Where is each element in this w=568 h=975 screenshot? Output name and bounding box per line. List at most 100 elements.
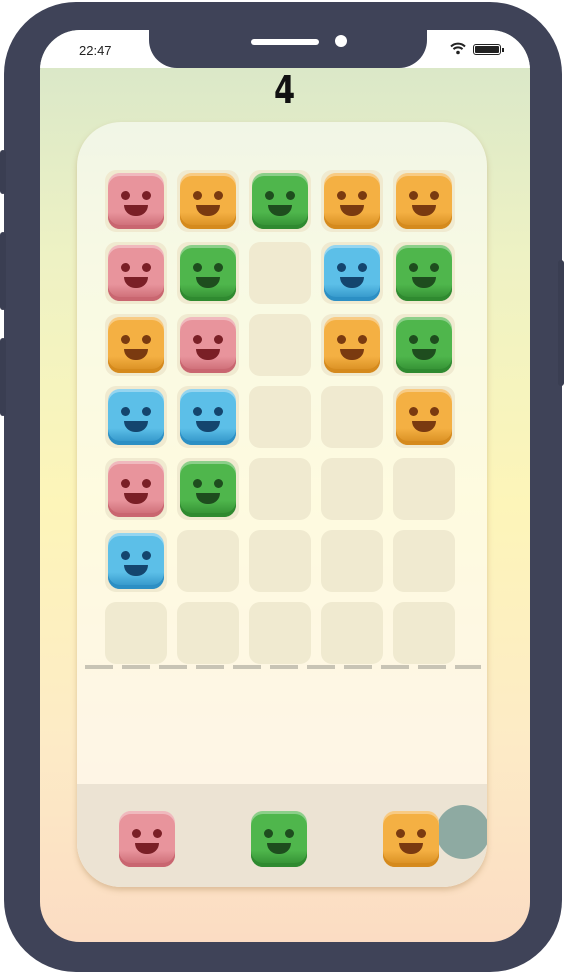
- eye: [430, 407, 439, 416]
- board-cell[interactable]: [321, 242, 383, 304]
- board-cell[interactable]: [393, 530, 455, 592]
- board-cell[interactable]: [393, 458, 455, 520]
- mouth: [412, 277, 436, 288]
- eye: [417, 829, 426, 838]
- smiley-face-icon: [180, 317, 236, 373]
- eye: [121, 479, 130, 488]
- game-screen: 22:47 4: [40, 30, 530, 942]
- board-cell[interactable]: [105, 314, 167, 376]
- tray-orange-smiley-block[interactable]: [383, 811, 439, 867]
- board-cell[interactable]: [393, 386, 455, 448]
- eye: [409, 335, 418, 344]
- game-board: [77, 122, 487, 887]
- board-cell[interactable]: [177, 170, 239, 232]
- eye: [214, 407, 223, 416]
- eye: [430, 191, 439, 200]
- smiley-face-icon: [396, 317, 452, 373]
- board-cell[interactable]: [321, 386, 383, 448]
- tray-pink-smiley-block[interactable]: [119, 811, 175, 867]
- mouth: [340, 277, 364, 288]
- board-cell[interactable]: [105, 458, 167, 520]
- speaker: [251, 39, 319, 45]
- blue-smiley-block: [324, 245, 380, 301]
- eye: [142, 407, 151, 416]
- eye: [337, 263, 346, 272]
- eye: [264, 829, 273, 838]
- camera-icon: [335, 35, 347, 47]
- eye: [214, 263, 223, 272]
- eye: [358, 335, 367, 344]
- tray-green-smiley-block[interactable]: [251, 811, 307, 867]
- eye: [265, 191, 274, 200]
- eye: [132, 829, 141, 838]
- pink-smiley-block: [108, 245, 164, 301]
- board-cell[interactable]: [321, 530, 383, 592]
- board-cell[interactable]: [393, 314, 455, 376]
- board-cell[interactable]: [177, 314, 239, 376]
- board-cell[interactable]: [393, 602, 455, 664]
- mouth: [268, 205, 292, 216]
- board-cell[interactable]: [105, 170, 167, 232]
- smiley-face-icon: [383, 811, 439, 867]
- mouth: [124, 493, 148, 504]
- eye: [121, 335, 130, 344]
- board-cell[interactable]: [249, 458, 311, 520]
- board-cell[interactable]: [177, 458, 239, 520]
- board-cell[interactable]: [321, 170, 383, 232]
- board-cell[interactable]: [249, 314, 311, 376]
- orange-smiley-block: [108, 317, 164, 373]
- board-cell[interactable]: [105, 242, 167, 304]
- smiley-face-icon: [108, 173, 164, 229]
- eye: [358, 263, 367, 272]
- board-cell[interactable]: [321, 602, 383, 664]
- board-cell[interactable]: [177, 242, 239, 304]
- board-cell[interactable]: [321, 458, 383, 520]
- eye: [409, 191, 418, 200]
- board-cell[interactable]: [321, 314, 383, 376]
- smiley-face-icon: [324, 317, 380, 373]
- board-cell[interactable]: [249, 242, 311, 304]
- board-cell[interactable]: [393, 242, 455, 304]
- board-cell[interactable]: [393, 170, 455, 232]
- green-smiley-block: [180, 461, 236, 517]
- mouth: [124, 421, 148, 432]
- board-cell[interactable]: [177, 386, 239, 448]
- smiley-face-icon: [108, 245, 164, 301]
- board-cell[interactable]: [249, 602, 311, 664]
- volume-down-button: [0, 338, 6, 416]
- mouth: [340, 205, 364, 216]
- smiley-face-icon: [108, 389, 164, 445]
- mouth: [196, 205, 220, 216]
- smiley-face-icon: [108, 317, 164, 373]
- eye: [430, 263, 439, 272]
- mouth: [340, 349, 364, 360]
- eye: [142, 335, 151, 344]
- board-cell[interactable]: [249, 386, 311, 448]
- board-cell[interactable]: [105, 386, 167, 448]
- mouth: [196, 349, 220, 360]
- smiley-face-icon: [396, 389, 452, 445]
- board-cell[interactable]: [105, 602, 167, 664]
- eye: [142, 479, 151, 488]
- smiley-face-icon: [396, 245, 452, 301]
- orange-smiley-block: [396, 173, 452, 229]
- mouth: [124, 205, 148, 216]
- board-cell[interactable]: [249, 530, 311, 592]
- score-counter: 4: [274, 68, 296, 112]
- notch: [149, 30, 427, 68]
- mouth: [196, 493, 220, 504]
- board-cell[interactable]: [249, 170, 311, 232]
- board-cell[interactable]: [177, 602, 239, 664]
- smiley-face-icon: [180, 245, 236, 301]
- blue-smiley-block: [180, 389, 236, 445]
- eye: [121, 263, 130, 272]
- mouth: [124, 349, 148, 360]
- green-smiley-block: [396, 245, 452, 301]
- eye: [142, 263, 151, 272]
- drag-shadow: [436, 805, 487, 859]
- board-cell[interactable]: [177, 530, 239, 592]
- board-cell[interactable]: [105, 530, 167, 592]
- mouth: [124, 277, 148, 288]
- wifi-icon: [450, 42, 466, 55]
- eye: [285, 829, 294, 838]
